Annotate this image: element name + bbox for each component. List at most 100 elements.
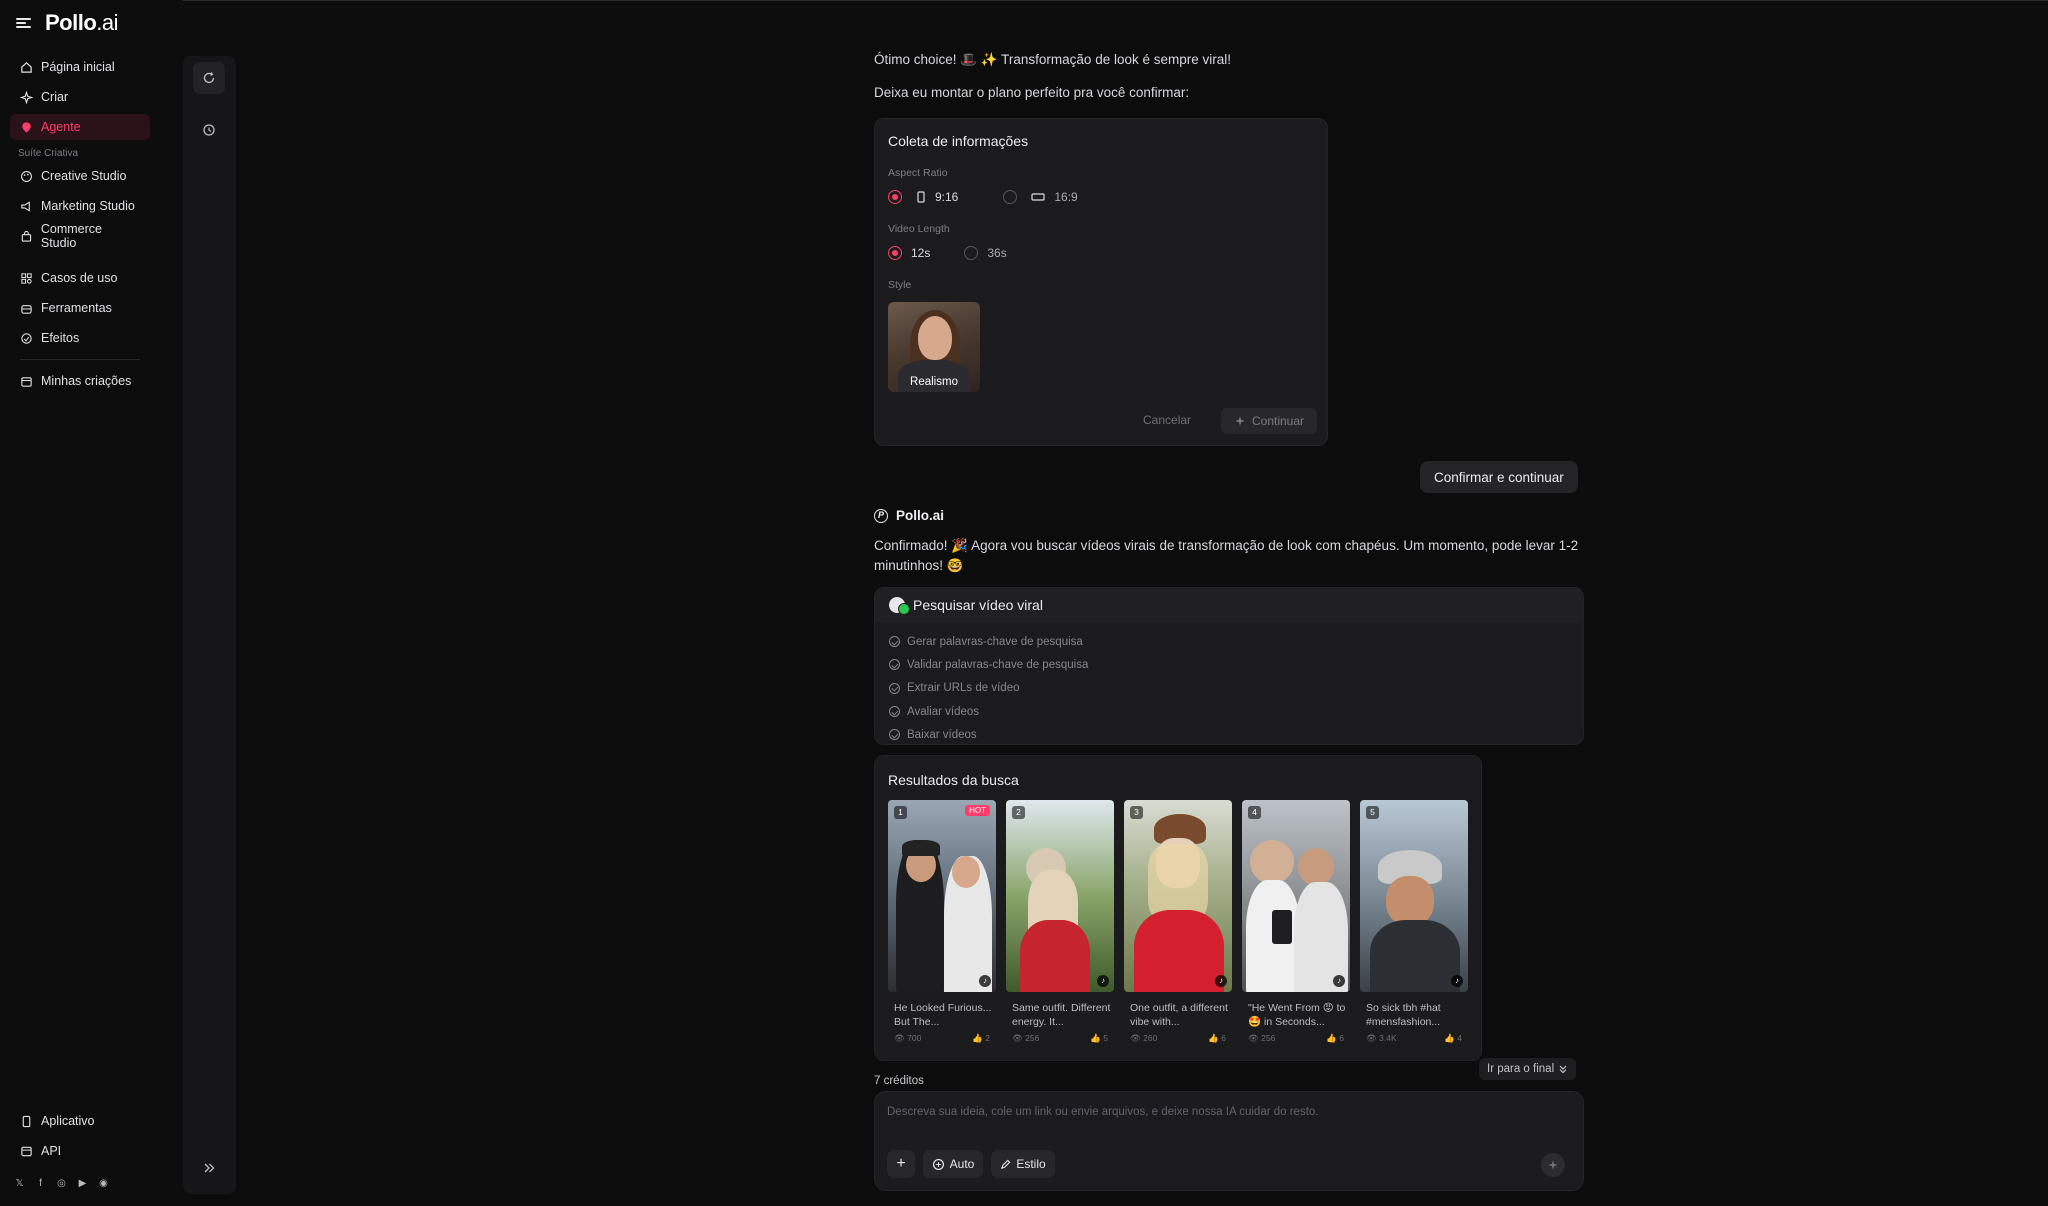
search-card-title: Pesquisar vídeo viral: [913, 597, 1043, 613]
sidebar-item-tools[interactable]: Ferramentas: [10, 295, 150, 321]
megaphone-icon: [21, 200, 30, 212]
pencil-icon: [1001, 1159, 1011, 1169]
result-stats: 👁 260 👍 6: [1124, 1033, 1232, 1044]
sidebar-item-label: Casos de uso: [41, 271, 118, 285]
check-circle-icon: [889, 682, 900, 694]
check-circle-icon: [889, 636, 900, 648]
sidebar-item-api[interactable]: API: [10, 1138, 150, 1164]
card-title: Coleta de informações: [888, 133, 1029, 149]
new-chat-button[interactable]: [193, 62, 225, 94]
check-circle-icon: [889, 706, 900, 718]
effects-icon: [21, 332, 32, 344]
landscape-icon: [1031, 193, 1045, 201]
views-count: 👁 256: [1012, 1033, 1040, 1043]
refresh-icon: [203, 72, 215, 84]
likes-count: 👍 2: [972, 1033, 990, 1043]
views-count: 👁 700: [894, 1033, 922, 1043]
x-icon[interactable]: 𝕏: [14, 1178, 25, 1189]
sidebar-item-label: Marketing Studio: [41, 199, 135, 213]
home-icon: [21, 61, 32, 73]
instagram-icon[interactable]: ◎: [56, 1178, 67, 1189]
tiktok-icon: ♪: [1451, 975, 1463, 987]
length-12s-label: 12s: [911, 246, 931, 260]
sidebar-item-agent[interactable]: Agente: [10, 114, 150, 140]
sidebar-item-commerce-studio[interactable]: Commerce Studio: [10, 222, 150, 250]
style-label: Estilo: [1016, 1157, 1046, 1171]
aspect-9-16-radio[interactable]: [888, 190, 902, 204]
sidebar-item-label: Página inicial: [41, 60, 115, 74]
logo[interactable]: Pollo.ai: [45, 10, 119, 36]
prompt-input[interactable]: [887, 1106, 1567, 1118]
likes-count: 👍 6: [1208, 1033, 1226, 1043]
social-links: 𝕏 f ◎ ▶ ◉: [14, 1178, 109, 1189]
video-thumbnail[interactable]: 3 ♪: [1124, 800, 1232, 992]
go-to-end-button[interactable]: Ir para o final: [1479, 1058, 1577, 1080]
sidebar-item-marketing-studio[interactable]: Marketing Studio: [10, 193, 150, 219]
shopping-bag-icon: [21, 230, 32, 242]
continue-label: Continuar: [1251, 414, 1305, 428]
sidebar-item-app[interactable]: Aplicativo: [10, 1108, 150, 1134]
nav-group-label: Suíte Criativa: [18, 148, 79, 159]
sidebar-item-use-cases[interactable]: Casos de uso: [10, 265, 150, 291]
likes-count: 👍 5: [1090, 1033, 1108, 1043]
result-stats: 👁 256 👍 6: [1242, 1033, 1350, 1044]
result-video-card[interactable]: 2 ♪ Same outfit. Different energy. It...…: [1006, 800, 1114, 1044]
length-36s-radio[interactable]: [964, 246, 979, 260]
style-button[interactable]: Estilo: [991, 1150, 1055, 1178]
aspect-ratio-options: 9:16 16:9: [888, 190, 1078, 204]
send-button[interactable]: [1541, 1153, 1565, 1177]
sidebar-item-creative-studio[interactable]: Creative Studio: [10, 163, 150, 189]
video-thumbnail[interactable]: 2 ♪: [1006, 800, 1114, 992]
menu-icon[interactable]: [16, 17, 31, 29]
pollo-logo-icon: P: [874, 508, 888, 523]
sparkle-icon: [20, 90, 33, 104]
result-caption: He Looked Furious... But The...: [894, 1002, 992, 1028]
sidebar-item-label: Minhas criações: [41, 374, 132, 388]
result-caption: Same outfit. Different energy. It...: [1012, 1002, 1111, 1028]
result-video-card[interactable]: 3 ♪ One outfit, a different vibe with...…: [1124, 800, 1232, 1044]
result-video-card[interactable]: 5 ♪ So sick tbh #hat #mensfashion... 👁 3…: [1360, 800, 1468, 1044]
credits-count: 7 créditos: [874, 1075, 924, 1087]
video-thumbnail[interactable]: 5 ♪: [1360, 800, 1468, 992]
sidebar-item-my-creations[interactable]: Minhas criações: [10, 368, 150, 394]
chat-tool-column: [183, 56, 236, 1194]
result-video-card[interactable]: 1 HOT ♪ He Looked Furious... But The... …: [888, 800, 996, 1044]
add-attachment-button[interactable]: +: [887, 1150, 915, 1178]
api-icon: [21, 1146, 32, 1156]
aspect-ratio-label: Aspect Ratio: [888, 167, 948, 179]
result-rank: 2: [1012, 806, 1025, 819]
message-composer: + Auto Estilo: [874, 1091, 1584, 1191]
sidebar-nav: Página inicial Criar Agente Suíte Criati…: [10, 54, 150, 398]
aspect-16-9-radio[interactable]: [1003, 190, 1018, 204]
search-steps: Gerar palavras-chave de pesquisa Validar…: [875, 622, 1583, 754]
style-option-realism[interactable]: Realismo: [888, 302, 980, 392]
bot-message: Ótimo choice! 🎩 ✨ Transformação de look …: [874, 52, 1231, 67]
sidebar-item-effects[interactable]: Efeitos: [10, 325, 150, 351]
result-caption: "He Went From 😡 to 🤩 in Seconds...: [1248, 1002, 1346, 1028]
history-button[interactable]: [193, 114, 225, 146]
sidebar-item-home[interactable]: Página inicial: [10, 54, 150, 80]
length-12s-radio[interactable]: [888, 246, 902, 260]
result-video-card[interactable]: 4 ♪ "He Went From 😡 to 🤩 in Seconds... 👁…: [1242, 800, 1350, 1044]
result-stats: 👁 256 👍 5: [1006, 1033, 1114, 1044]
tiktok-icon: ♪: [1333, 975, 1345, 987]
result-rank: 5: [1366, 806, 1379, 819]
sidebar-item-label: Agente: [41, 120, 81, 134]
youtube-icon[interactable]: ▶: [77, 1178, 88, 1189]
video-thumbnail[interactable]: 1 HOT ♪: [888, 800, 996, 992]
search-card-header[interactable]: Pesquisar vídeo viral: [875, 588, 1583, 622]
facebook-icon[interactable]: f: [35, 1178, 46, 1189]
result-rank: 4: [1248, 806, 1261, 819]
bot-message: Confirmado! 🎉 Agora vou buscar vídeos vi…: [874, 538, 1579, 573]
tiktok-icon: ♪: [1097, 975, 1109, 987]
search-step: Avaliar vídeos: [889, 700, 1569, 723]
discord-icon[interactable]: ◉: [98, 1178, 109, 1189]
sidebar-item-create[interactable]: Criar: [10, 84, 150, 110]
continue-button[interactable]: Continuar: [1221, 408, 1317, 434]
auto-mode-button[interactable]: Auto: [923, 1150, 983, 1178]
cancel-button[interactable]: Cancelar: [1143, 413, 1191, 427]
expand-panel-button[interactable]: [193, 1152, 225, 1184]
video-thumbnail[interactable]: 4 ♪: [1242, 800, 1350, 992]
tiktok-icon: ♪: [979, 975, 991, 987]
result-rank: 1: [894, 806, 907, 819]
